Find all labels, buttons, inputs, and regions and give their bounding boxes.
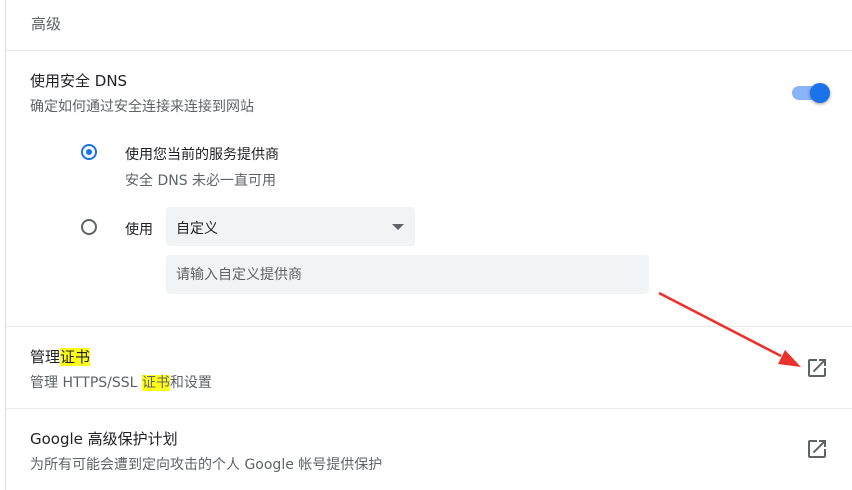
- advanced-protection-title[interactable]: Google 高级保护计划: [30, 428, 178, 449]
- custom-provider-input-box[interactable]: [166, 255, 649, 294]
- custom-provider-label: 使用: [125, 222, 153, 238]
- settings-card: 高级 使用安全 DNS 确定如何通过安全连接来连接到网站 使用您当前的服务提供商…: [5, 0, 852, 490]
- manage-certs-subtitle: 管理 HTTPS/SSL 证书和设置: [30, 372, 212, 392]
- toggle-knob: [810, 83, 830, 103]
- divider: [6, 50, 852, 51]
- search-highlight: 证书: [60, 348, 91, 366]
- current-provider-label: 使用您当前的服务提供商: [125, 147, 279, 163]
- divider: [6, 326, 852, 327]
- provider-select[interactable]: 自定义: [166, 207, 415, 246]
- secure-dns-title: 使用安全 DNS: [30, 72, 128, 90]
- current-provider-sub: 安全 DNS 未必一直可用: [125, 173, 277, 189]
- open-in-new-icon[interactable]: [805, 356, 829, 380]
- divider: [6, 408, 852, 409]
- advanced-protection-subtitle: 为所有可能会遭到定向攻击的个人 Google 帐号提供保护: [30, 457, 383, 473]
- manage-certs-title-text: 管理: [30, 348, 61, 366]
- open-in-new-icon[interactable]: [805, 437, 829, 461]
- radio-current-provider[interactable]: [81, 144, 97, 160]
- provider-select-value: 自定义: [176, 221, 218, 237]
- manage-certs-title[interactable]: 管理证书: [30, 346, 91, 367]
- manage-certs-sub-text-end: 和设置: [169, 375, 212, 391]
- manage-certs-sub-text: 管理 HTTPS/SSL: [30, 375, 142, 391]
- secure-dns-subtitle: 确定如何通过安全连接来连接到网站: [30, 99, 254, 115]
- section-title: 高级: [31, 15, 62, 33]
- secure-dns-toggle[interactable]: [790, 83, 830, 103]
- chevron-down-icon: [392, 224, 404, 230]
- radio-custom-provider[interactable]: [81, 219, 97, 235]
- search-highlight: 证书: [141, 375, 170, 391]
- custom-provider-input[interactable]: [166, 255, 649, 294]
